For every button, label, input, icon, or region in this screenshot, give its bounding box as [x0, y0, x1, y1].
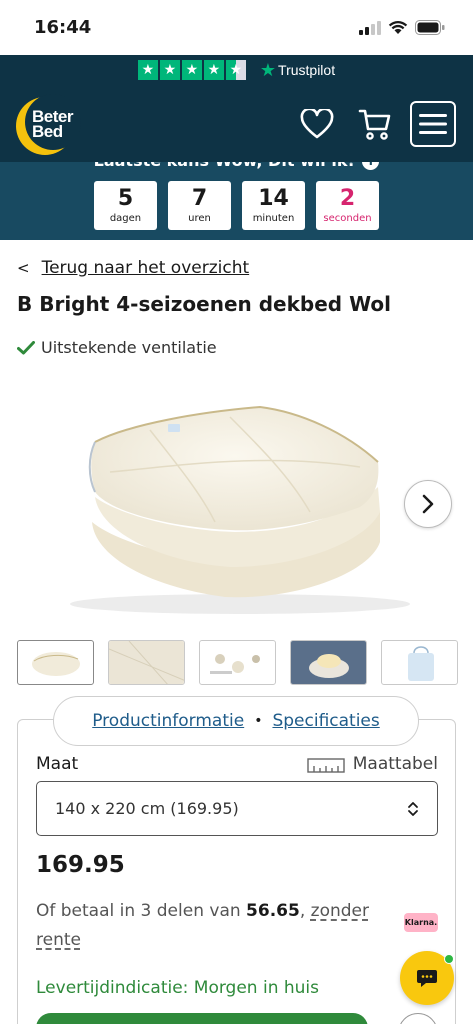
star-icon: ★	[137, 60, 158, 80]
thumbnail-image	[210, 654, 260, 674]
timer-days: 5 dagen	[94, 181, 157, 230]
size-select[interactable]: 140 x 220 cm (169.95)	[36, 781, 438, 836]
product-usp: Uitstekende ventilatie	[17, 338, 217, 357]
countdown-timer: 5 dagen 7 uren 14 minuten 2 seconden	[94, 181, 379, 230]
countdown-banner: Laatste kans Wow, Dit wil ik! i 5 dagen …	[0, 162, 473, 240]
product-gallery[interactable]	[0, 372, 473, 630]
countdown-headline: Laatste kans Wow, Dit wil ik! i	[0, 162, 473, 170]
beter-bed-logo[interactable]: Beter Bed	[16, 93, 82, 155]
chevron-right-icon	[422, 494, 434, 514]
online-indicator	[444, 954, 454, 964]
info-tabs: Productinformatie • Specificaties	[53, 696, 419, 746]
trustpilot-rating: ★ ★ ★ ★ ★	[137, 60, 246, 80]
wishlist-button[interactable]	[294, 101, 340, 147]
thumbnail-image	[408, 646, 434, 681]
gallery-thumbnails	[17, 640, 458, 685]
size-select-value: 140 x 220 cm (169.95)	[55, 799, 239, 818]
tab-specificaties[interactable]: Specificaties	[272, 711, 379, 731]
gallery-next-button[interactable]	[404, 480, 452, 528]
installment-amount: 56.65	[246, 901, 300, 921]
header-actions	[294, 100, 456, 147]
size-chart-link[interactable]: Maattabel	[307, 754, 438, 774]
signal-icon	[359, 20, 381, 35]
check-icon	[17, 340, 35, 354]
timer-minutes: 14 minuten	[242, 181, 305, 230]
thumbnail-3[interactable]	[199, 640, 276, 685]
chevron-left-icon: <	[17, 259, 30, 277]
product-image	[70, 405, 410, 614]
tab-productinformatie[interactable]: Productinformatie	[92, 711, 244, 731]
status-bar: 16:44	[0, 0, 473, 55]
select-arrows-icon	[408, 801, 418, 816]
size-row: Maat Maattabel	[36, 754, 438, 774]
wifi-icon	[388, 20, 408, 34]
cart-button[interactable]	[352, 101, 398, 147]
timer-hours: 7 uren	[168, 181, 231, 230]
trustpilot-logo: ★ Trustpilot	[260, 60, 335, 81]
info-icon[interactable]: i	[362, 162, 380, 170]
thumbnail-4[interactable]	[290, 640, 367, 685]
klarna-badge: Klarna.	[404, 913, 438, 932]
half-star-icon: ★	[225, 60, 246, 80]
trustpilot-bar[interactable]: ★ ★ ★ ★ ★ ★ Trustpilot	[0, 55, 473, 85]
heart-icon	[300, 108, 334, 138]
installments-text: Of betaal in 3 delen van 56.65, zonder r…	[36, 901, 369, 950]
star-icon: ★	[181, 60, 202, 80]
menu-button[interactable]	[410, 100, 456, 147]
add-to-cart-button[interactable]	[36, 1013, 368, 1024]
menu-icon	[419, 113, 447, 134]
delivery-indication: Levertijdindicatie: Morgen in huis	[36, 978, 320, 998]
ruler-icon	[307, 758, 345, 773]
site-header: Beter Bed	[0, 85, 473, 162]
size-label: Maat	[36, 754, 79, 774]
battery-icon	[415, 20, 445, 35]
status-icons	[359, 20, 445, 35]
trustpilot-label: Trustpilot	[278, 62, 336, 78]
product-price: 169.95	[36, 852, 125, 878]
thumbnail-5[interactable]	[381, 640, 458, 685]
trustpilot-star-icon: ★	[259, 59, 277, 80]
chat-icon	[417, 970, 437, 987]
status-time: 16:44	[34, 17, 92, 38]
cart-icon	[358, 109, 391, 140]
star-icon: ★	[159, 60, 180, 80]
thumbnail-1[interactable]	[17, 640, 94, 685]
timer-seconds: 2 seconden	[316, 181, 379, 230]
thumbnail-2[interactable]	[108, 640, 185, 685]
thumbnail-image	[109, 641, 184, 684]
thumbnail-image	[32, 652, 80, 676]
thumbnail-image	[291, 641, 366, 684]
product-title: B Bright 4-seizoenen dekbed Wol	[17, 292, 392, 316]
back-to-overview-link[interactable]: < Terug naar het overzicht	[17, 258, 249, 278]
star-icon: ★	[203, 60, 224, 80]
